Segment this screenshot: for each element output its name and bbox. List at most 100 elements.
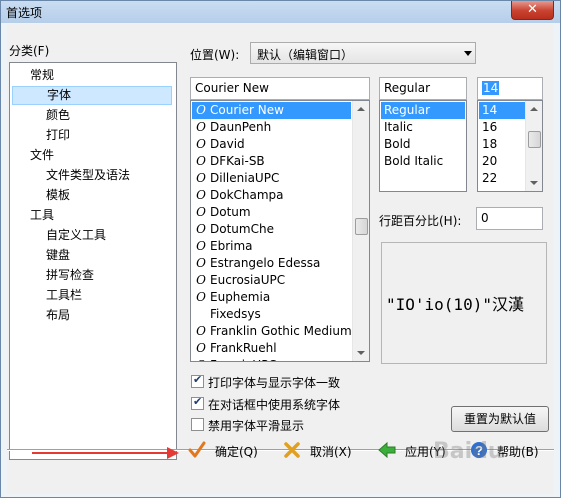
font-style-input[interactable]: Regular bbox=[379, 77, 467, 100]
font-list-item[interactable]: OFreesiaUPC bbox=[192, 357, 351, 361]
font-list-item[interactable]: O EucrosiaUPC bbox=[192, 272, 351, 289]
category-item[interactable]: 工具栏 bbox=[46, 286, 82, 305]
scroll-thumb[interactable] bbox=[528, 131, 541, 148]
font-name: Dotum bbox=[210, 205, 251, 219]
option-label: 禁用字体平滑显示 bbox=[208, 419, 305, 433]
font-style-list[interactable]: Regular Italic Bold Bold Italic bbox=[379, 100, 467, 192]
truetype-font-icon: O bbox=[196, 120, 206, 134]
cancel-x-icon bbox=[284, 442, 300, 458]
font-name: Estrangelo Edessa bbox=[210, 256, 321, 270]
category-item[interactable]: 布局 bbox=[46, 306, 70, 325]
category-item[interactable]: 工具 bbox=[30, 206, 54, 225]
window-title: 首选项 bbox=[6, 6, 43, 20]
style-list-item[interactable]: Bold Italic bbox=[381, 153, 465, 170]
font-list-item[interactable]: O FrankRuehl bbox=[192, 340, 351, 357]
watermark: Baidu bbox=[433, 439, 504, 464]
scroll-up-icon[interactable] bbox=[526, 101, 542, 118]
font-name-input[interactable]: Courier New bbox=[190, 77, 370, 100]
font-list-item[interactable]: O Euphemia bbox=[192, 289, 351, 306]
font-name-list[interactable]: O Courier New O DaunPenh O David O DFKai-SB O Dil… bbox=[190, 100, 370, 362]
style-list-item[interactable]: Regular bbox=[381, 102, 465, 119]
category-item[interactable]: 文件 bbox=[30, 146, 54, 165]
position-label: 位置(W): bbox=[190, 48, 240, 62]
font-list-item[interactable]: O DFKai-SB bbox=[192, 153, 351, 170]
font-list-item[interactable]: O Courier New bbox=[192, 102, 351, 119]
checkbox[interactable] bbox=[191, 395, 204, 410]
position-dropdown[interactable]: 默认（编辑窗口） bbox=[250, 42, 476, 64]
checkbox[interactable] bbox=[191, 373, 204, 388]
font-list-item[interactable]: O DokChampa bbox=[192, 187, 351, 204]
truetype-font-icon: O bbox=[196, 137, 206, 151]
option-label: 在对话框中使用系统字体 bbox=[208, 398, 341, 412]
font-list-item[interactable]: O David bbox=[192, 136, 351, 153]
scroll-up-icon[interactable] bbox=[353, 101, 369, 118]
font-list-item[interactable]: O DotumChe bbox=[192, 221, 351, 238]
checkmark-icon bbox=[188, 441, 206, 458]
font-list-item[interactable]: O DilleniaUPC bbox=[192, 170, 351, 187]
category-item[interactable]: 文件类型及语法 bbox=[46, 166, 130, 185]
truetype-font-icon: O bbox=[196, 239, 206, 253]
scroll-down-icon[interactable] bbox=[353, 344, 369, 361]
category-item[interactable]: 自定义工具 bbox=[46, 226, 106, 245]
font-name: Franklin Gothic Medium bbox=[210, 324, 352, 338]
font-list-item[interactable]: O DaunPenh bbox=[192, 119, 351, 136]
category-item[interactable]: 键盘 bbox=[46, 246, 70, 265]
style-list-item[interactable]: Italic bbox=[381, 119, 465, 136]
option-label: 打印字体与显示字体一致 bbox=[208, 376, 341, 390]
chevron-down-icon[interactable] bbox=[464, 51, 472, 56]
truetype-font-icon: O bbox=[196, 222, 206, 236]
font-name: David bbox=[210, 137, 245, 151]
size-list-item[interactable]: 20 bbox=[479, 153, 525, 170]
scroll-thumb[interactable] bbox=[355, 218, 368, 235]
size-list-item[interactable]: 16 bbox=[479, 119, 525, 136]
cancel-button[interactable]: 取消(X) bbox=[282, 439, 362, 465]
truetype-font-icon: O bbox=[196, 103, 206, 117]
font-preview: "IO'io(10)"汉漢 bbox=[381, 242, 547, 364]
ok-button[interactable]: 确定(Q) bbox=[187, 439, 267, 465]
style-list-item[interactable]: Bold bbox=[381, 136, 465, 153]
size-list-item[interactable]: 22 bbox=[479, 170, 525, 187]
cancel-label: 取消(X) bbox=[310, 445, 352, 459]
close-button[interactable]: ✕ bbox=[511, 1, 554, 20]
category-item[interactable]: 颜色 bbox=[46, 106, 70, 125]
font-name: DokChampa bbox=[210, 188, 284, 202]
font-list-item[interactable]: O Estrangelo Edessa bbox=[192, 255, 351, 272]
category-item[interactable]: 常规 bbox=[30, 66, 54, 85]
font-name: Ebrima bbox=[210, 239, 253, 253]
font-name: DotumChe bbox=[210, 222, 274, 236]
size-list-item[interactable]: 14 bbox=[479, 102, 525, 119]
line-spacing-input[interactable]: 0 bbox=[476, 207, 543, 230]
font-size-list[interactable]: 14 16 18 20 22 bbox=[477, 100, 543, 192]
font-list-item[interactable]: Fixedsys bbox=[192, 306, 351, 323]
font-list-item[interactable]: O Ebrima bbox=[192, 238, 351, 255]
category-tree[interactable]: 常规 字体 颜色 打印 文件 文件类型及语法 模板 工具 自定义工具 键盘 拼写检查 工具栏 布局 bbox=[9, 62, 177, 460]
reset-defaults-button[interactable]: 重置为默认值 bbox=[451, 406, 549, 432]
category-item[interactable]: 字体 bbox=[12, 86, 172, 105]
checkbox[interactable] bbox=[191, 418, 204, 431]
truetype-font-icon: O bbox=[196, 256, 206, 270]
size-list-item[interactable]: 18 bbox=[479, 136, 525, 153]
truetype-font-icon: O bbox=[196, 171, 206, 185]
font-name: EucrosiaUPC bbox=[210, 273, 286, 287]
font-name: FreesiaUPC bbox=[210, 357, 277, 361]
font-list-item[interactable]: O Franklin Gothic Medium bbox=[192, 323, 352, 340]
category-item[interactable]: 模板 bbox=[46, 186, 70, 205]
truetype-font-icon: O bbox=[196, 154, 206, 168]
size-list-scrollbar[interactable] bbox=[525, 101, 542, 191]
font-name: Courier New bbox=[210, 103, 284, 117]
preview-text: "IO'io(10)"汉漢 bbox=[386, 295, 524, 314]
font-list-item[interactable]: O Dotum bbox=[192, 204, 351, 221]
truetype-font-icon: O bbox=[196, 205, 206, 219]
font-name: DaunPenh bbox=[210, 120, 272, 134]
title-bar: 首选项 ✕ bbox=[1, 1, 560, 23]
font-size-input[interactable]: 14 bbox=[477, 77, 543, 100]
category-item[interactable]: 拼写检查 bbox=[46, 266, 94, 285]
category-item[interactable]: 打印 bbox=[46, 126, 70, 145]
position-value: 默认（编辑窗口） bbox=[257, 48, 354, 62]
font-name: Fixedsys bbox=[210, 307, 261, 321]
scroll-down-icon[interactable] bbox=[526, 174, 542, 191]
font-list-scrollbar[interactable] bbox=[352, 101, 369, 361]
font-name: DFKai-SB bbox=[210, 154, 265, 168]
truetype-font-icon: O bbox=[196, 273, 206, 287]
truetype-font-icon: O bbox=[196, 188, 206, 202]
